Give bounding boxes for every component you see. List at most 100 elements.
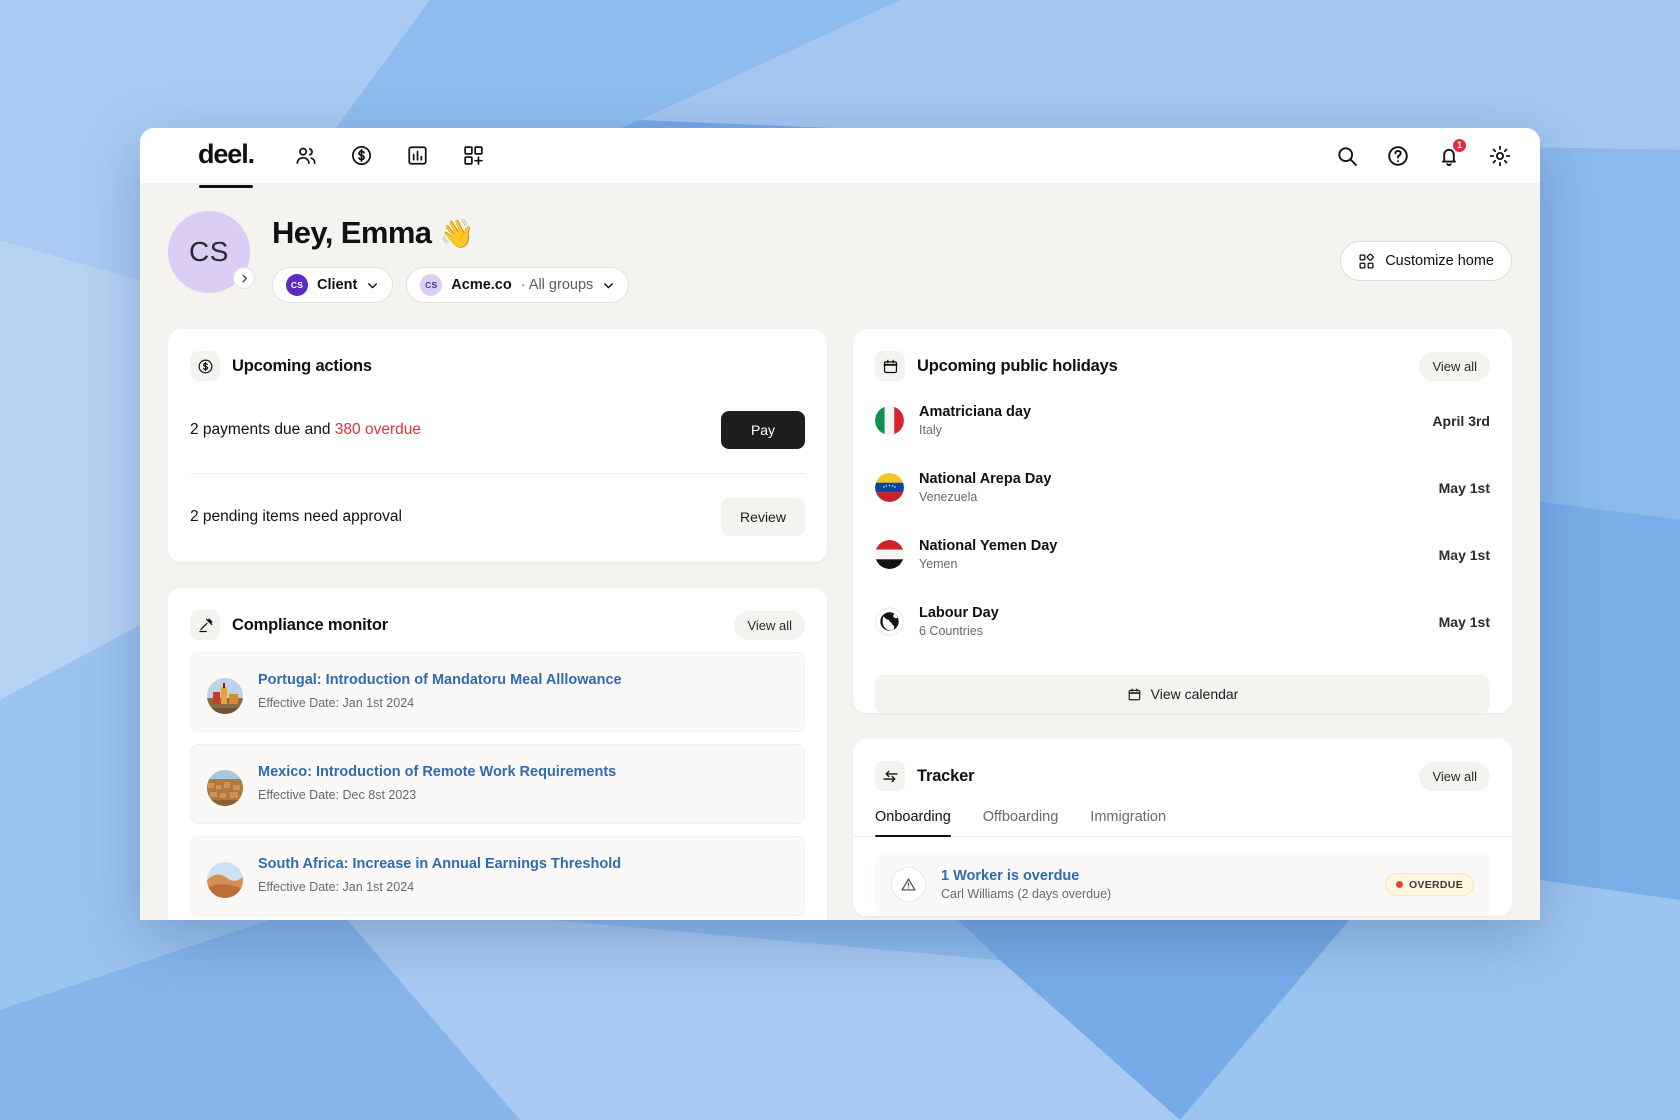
holiday-date: May 1st [1438, 546, 1490, 563]
review-button[interactable]: Review [721, 498, 805, 536]
deel-logo[interactable]: deel. [198, 139, 255, 188]
avatar[interactable]: CS [168, 211, 255, 293]
action-text-prefix: 2 payments due and [190, 421, 335, 438]
holiday-name: National Yemen Day [919, 538, 1058, 554]
gear-icon[interactable] [1488, 144, 1512, 168]
holiday-name: Labour Day [919, 605, 999, 621]
holiday-date: May 1st [1438, 613, 1490, 630]
holiday-country: Yemen [919, 557, 958, 571]
pay-button[interactable]: Pay [721, 411, 805, 449]
holiday-date: April 3rd [1432, 412, 1490, 429]
utility-nav-icons: 1 [1335, 137, 1512, 168]
tracker-view-all-button[interactable]: View all [1419, 761, 1490, 791]
flag-italy [875, 406, 904, 435]
portugal-castle-thumb [207, 678, 243, 714]
tracker-item-subtitle: Carl Williams (2 days overdue) [941, 887, 1112, 901]
pill-company-group-selector[interactable]: CS Acme.co · All groups [406, 267, 630, 303]
south-africa-dune-thumb [207, 862, 243, 898]
compliance-item-date: Effective Date: Jan 1st 2024 [258, 879, 415, 894]
action-text-highlight: 380 overdue [334, 421, 421, 438]
gavel-icon [190, 610, 220, 640]
holidays-view-all-button[interactable]: View all [1419, 351, 1490, 381]
dashboard-columns: Upcoming actions 2 payments due and 380 … [168, 329, 1512, 920]
card-header: Upcoming public holidays View all [875, 351, 1490, 381]
card-title: Upcoming public holidays [917, 356, 1118, 375]
help-circle-icon[interactable] [1386, 144, 1410, 168]
customize-home-button[interactable]: Customize home [1340, 241, 1512, 281]
list-item[interactable]: Mexico: Introduction of Remote Work Requ… [190, 744, 805, 824]
pill-avatar-initials: CS [286, 274, 308, 296]
dollar-coin-icon [190, 351, 220, 381]
pill-suffix: · All groups [520, 277, 594, 293]
transfer-arrows-icon [875, 761, 905, 791]
list-item[interactable]: Amatriciana day Italy April 3rd [875, 387, 1490, 454]
tracker-tabs: Onboarding Offboarding Immigration [853, 809, 1512, 837]
holiday-country: Italy [919, 423, 942, 437]
action-text: 2 pending items need approval [190, 508, 402, 526]
action-text: 2 payments due and 380 overdue [190, 421, 421, 439]
holiday-name: Amatriciana day [919, 404, 1032, 420]
view-calendar-button[interactable]: View calendar [875, 675, 1490, 713]
upcoming-actions-card: Upcoming actions 2 payments due and 380 … [168, 329, 827, 562]
compliance-list: Portugal: Introduction of Mandatoru Meal… [190, 652, 805, 920]
chevron-down-icon [368, 282, 378, 288]
dollar-coin-icon[interactable] [350, 144, 373, 167]
people-icon[interactable] [294, 144, 317, 167]
right-column: Upcoming public holidays View all Amatri… [853, 329, 1512, 920]
greeting-text: Hey, Emma [272, 215, 432, 250]
calendar-icon [1128, 688, 1141, 700]
apps-customize-icon [1359, 253, 1375, 269]
table-row[interactable]: 1 Worker is overdue Carl Williams (2 day… [875, 853, 1490, 916]
action-text-prefix: 2 pending items need approval [190, 508, 402, 525]
upcoming-public-holidays-card: Upcoming public holidays View all Amatri… [853, 329, 1512, 713]
tab-offboarding[interactable]: Offboarding [983, 809, 1059, 836]
list-item[interactable]: National Yemen Day Yemen May 1st [875, 521, 1490, 588]
card-title: Upcoming actions [232, 356, 372, 375]
compliance-item-title: Mexico: Introduction of Remote Work Requ… [258, 764, 617, 780]
context-pills: CS Client CS Acme.co · All groups [272, 267, 630, 303]
flag-venezuela [875, 473, 904, 502]
list-item[interactable]: National Arepa Day Venezuela May 1st [875, 454, 1490, 521]
pill-client-selector[interactable]: CS Client [272, 267, 394, 303]
globe-icon [875, 607, 904, 636]
apps-add-icon[interactable] [462, 144, 485, 167]
compliance-view-all-button[interactable]: View all [734, 610, 805, 640]
pill-label: Acme.co [451, 277, 512, 293]
action-row-payments: 2 payments due and 380 overdue Pay [190, 387, 805, 474]
waving-hand-icon: 👋 [439, 218, 474, 249]
action-row-approvals: 2 pending items need approval Review [190, 474, 805, 562]
compliance-monitor-card: Compliance monitor View all Portugal: In… [168, 588, 827, 920]
compliance-item-date: Effective Date: Dec 8st 2023 [258, 787, 417, 802]
notification-badge: 1 [1452, 137, 1467, 153]
tracker-card: Tracker View all Onboarding Offboarding … [853, 739, 1512, 916]
mexico-city-thumb [207, 770, 243, 806]
card-title: Compliance monitor [232, 615, 388, 634]
list-item[interactable]: Portugal: Introduction of Mandatoru Meal… [190, 652, 805, 732]
notifications-bell[interactable]: 1 [1437, 137, 1467, 168]
view-calendar-label: View calendar [1150, 686, 1239, 702]
left-column: Upcoming actions 2 payments due and 380 … [168, 329, 827, 920]
card-title: Tracker [917, 766, 975, 785]
tab-immigration[interactable]: Immigration [1090, 809, 1166, 836]
compliance-item-date: Effective Date: Jan 1st 2024 [258, 695, 415, 710]
card-header: Compliance monitor View all [190, 610, 805, 640]
warning-triangle-icon [891, 867, 926, 902]
primary-nav-icons [294, 144, 485, 167]
bar-chart-icon[interactable] [406, 144, 429, 167]
holiday-date: May 1st [1438, 479, 1490, 496]
compliance-item-title: South Africa: Increase in Annual Earning… [258, 856, 622, 872]
compliance-item-title: Portugal: Introduction of Mandatoru Meal… [258, 672, 622, 688]
avatar-expand-chevron-icon[interactable] [233, 267, 255, 289]
holiday-country: 6 Countries [919, 624, 983, 638]
card-header: Tracker View all [875, 761, 1490, 791]
app-window: deel. 1 CS Hey, Emma 👋 CS Client CS Acme… [140, 128, 1540, 920]
card-header: Upcoming actions [190, 351, 805, 381]
list-item[interactable]: Labour Day 6 Countries May 1st [875, 588, 1490, 655]
page-title: Hey, Emma 👋 [272, 215, 629, 251]
status-badge-label: OVERDUE [1408, 878, 1463, 891]
list-item[interactable]: South Africa: Increase in Annual Earning… [190, 836, 805, 916]
search-icon[interactable] [1335, 144, 1359, 168]
top-navigation-bar: deel. 1 [140, 128, 1540, 188]
holiday-name: National Arepa Day [919, 471, 1052, 487]
tab-onboarding[interactable]: Onboarding [875, 809, 951, 837]
